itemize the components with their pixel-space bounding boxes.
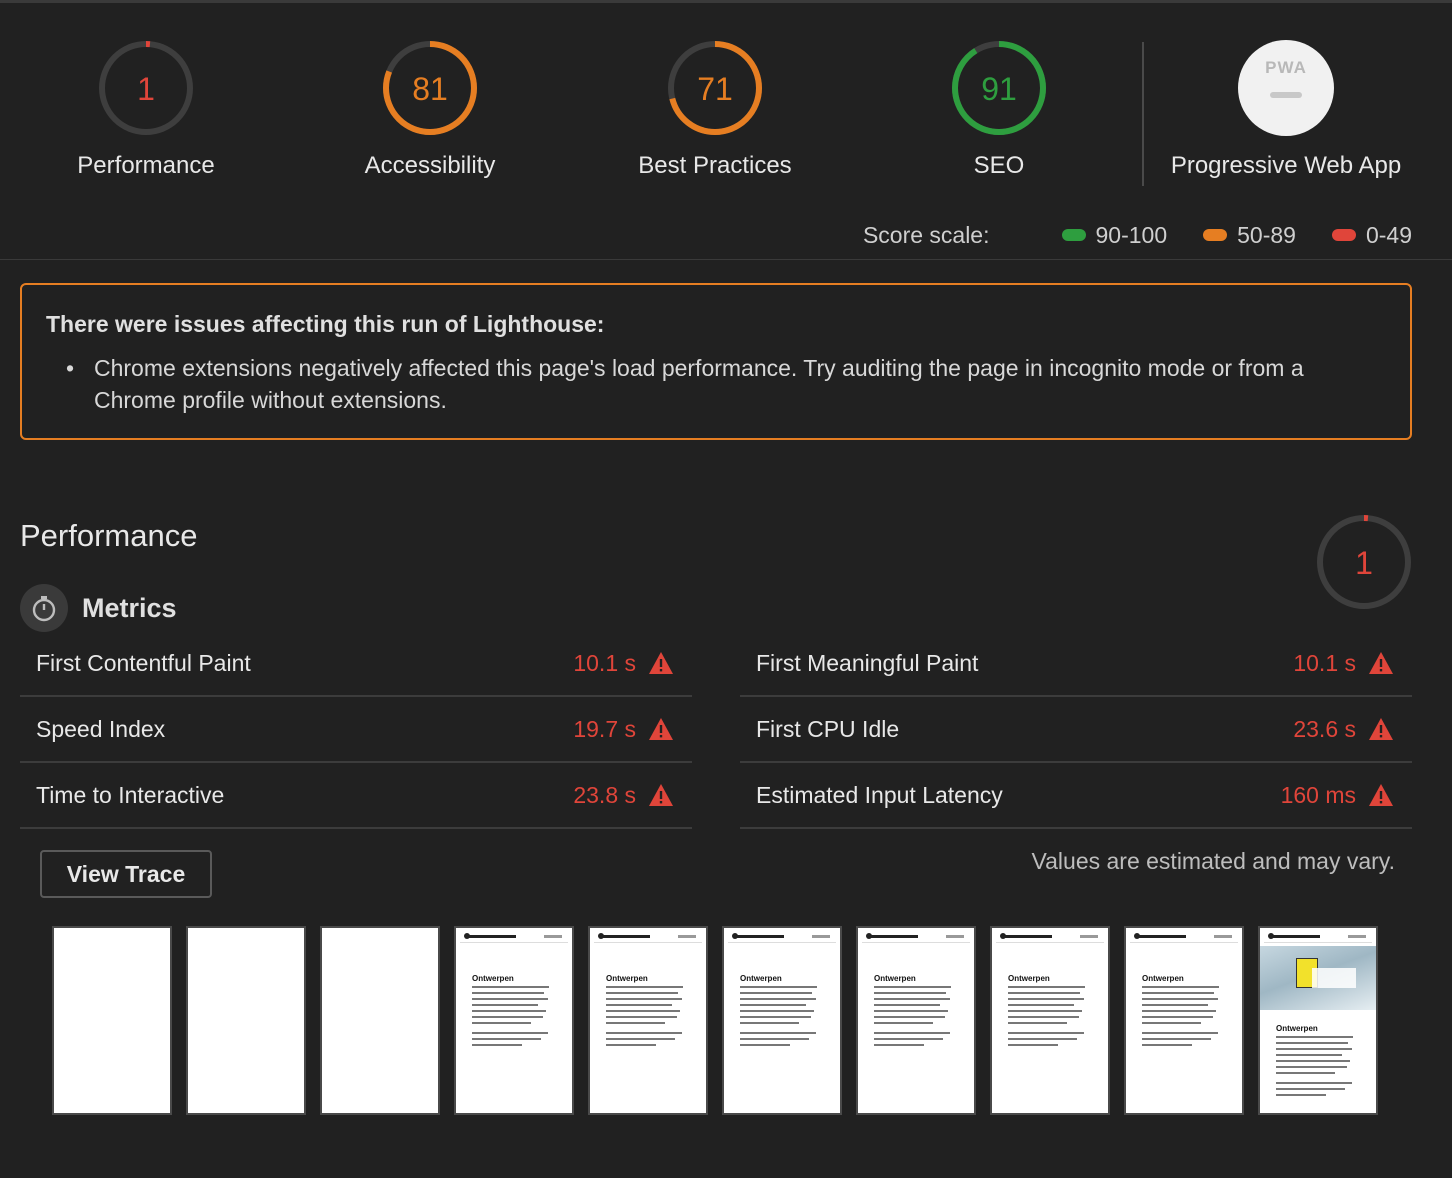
metric-label: Estimated Input Latency [756,781,1003,808]
gauge-ring-seo: 91 [952,41,1046,135]
warning-triangle-icon [649,718,673,740]
metric-value: 10.1 s [1293,649,1356,676]
run-warning-item: Chrome extensions negatively affected th… [46,352,1386,416]
score-scale-average: 50-89 [1203,222,1296,249]
gauge-ring-accessibility: 81 [383,41,477,135]
stopwatch-icon [20,584,68,632]
pwa-badge-dash [1270,92,1302,98]
gauge-ring-performance: 1 [99,41,193,135]
metric-first-contentful-paint: First Contentful Paint 10.1 s [20,631,692,697]
metrics-header: Metrics [20,584,177,632]
performance-gauge-score: 1 [1355,545,1373,581]
metric-estimated-input-latency: Estimated Input Latency 160 ms [740,763,1412,829]
metric-value: 23.8 s [573,781,636,808]
gauge-score: 1 [137,71,155,107]
filmstrip-frame-text: Ontwerpen [856,926,976,1115]
metric-time-to-interactive: Time to Interactive 23.8 s [20,763,692,829]
run-warnings-box: There were issues affecting this run of … [20,283,1412,440]
performance-gauge-ring: 1 [1317,515,1411,609]
filmstrip-frame-hero: Ontwerpen [1258,926,1378,1115]
metric-label: First CPU Idle [756,715,900,742]
metrics-title: Metrics [82,592,177,623]
header-divider [0,259,1452,260]
filmstrip-frame-text: Ontwerpen [990,926,1110,1115]
score-scale-pass: 90-100 [1061,221,1168,249]
metric-first-meaningful-paint: First Meaningful Paint 10.1 s [740,631,1412,697]
gauge-performance[interactable]: 1 Performance [6,40,286,180]
filmstrip-frame-text: Ontwerpen [588,926,708,1115]
metric-label: Time to Interactive [36,781,225,808]
pwa-badge-text: PWA [1265,58,1307,77]
gauge-ring-best-practices: 71 [668,41,762,135]
warning-triangle-icon [649,784,673,806]
gauge-label: Best Practices [638,152,792,179]
metric-value: 23.6 s [1293,715,1356,742]
gauge-label: Progressive Web App [1170,152,1402,179]
filmstrip-frame-blank [320,926,440,1115]
score-scale-label: 90-100 [1095,221,1168,248]
gauge-label: Performance [77,152,215,179]
gauge-accessibility[interactable]: 81 Accessibility [290,40,570,180]
run-warnings-list: Chrome extensions negatively affected th… [46,352,1386,416]
run-warnings-title: There were issues affecting this run of … [46,311,605,337]
metric-speed-index: Speed Index 19.7 s [20,697,692,763]
filmstrip-frame-blank [52,926,172,1115]
warning-triangle-icon [1369,652,1393,674]
score-scale-fail: 0-49 [1331,221,1412,249]
estimate-note: Values are estimated and may vary. [1031,848,1396,874]
fail-pill-icon [1331,229,1356,241]
metric-value: 160 ms [1280,781,1356,808]
top-border [0,0,1452,3]
filmstrip-frame-blank [186,926,306,1115]
filmstrip-frame-text: Ontwerpen [1124,926,1244,1115]
pwa-badge-icon: PWA [1238,40,1334,136]
metric-label: First Contentful Paint [36,649,251,676]
gauge-score: 91 [981,71,1017,107]
gauge-score: 81 [412,71,448,107]
gauge-label: SEO [973,152,1025,179]
view-trace-button[interactable]: View Trace [40,850,212,898]
gauge-score: 71 [697,71,733,107]
gauge-best-practices[interactable]: 71 Best Practices [575,40,855,180]
filmstrip-frame-text: Ontwerpen [454,926,574,1115]
gauge-seo[interactable]: 91 SEO [859,40,1139,180]
metric-first-cpu-idle: First CPU Idle 23.6 s [740,697,1412,763]
category-gauges: 1 Performance 81 Accessibility 71 Best P… [0,40,1452,200]
score-scale-title: Score scale: [862,221,990,248]
metric-label: Speed Index [36,715,166,742]
score-scale-label: 50-89 [1237,221,1296,248]
score-scale: Score scale: 90-100 50-89 0-49 [863,220,1412,250]
warning-triangle-icon [1369,718,1393,740]
score-scale-label: 0-49 [1365,221,1412,248]
metric-label: First Meaningful Paint [756,649,979,676]
gauge-divider [1142,42,1144,186]
performance-section-title: Performance [20,518,198,553]
metric-value: 19.7 s [573,715,636,742]
filmstrip-frame-text: Ontwerpen [722,926,842,1115]
warning-triangle-icon [1369,784,1393,806]
performance-section-gauge: 1 [1316,514,1412,615]
gauge-pwa[interactable]: PWA Progressive Web App [1146,40,1426,180]
warning-triangle-icon [649,652,673,674]
pass-pill-icon [1061,229,1086,241]
metric-value: 10.1 s [573,649,636,676]
average-pill-icon [1203,229,1228,241]
gauge-label: Accessibility [364,152,496,179]
